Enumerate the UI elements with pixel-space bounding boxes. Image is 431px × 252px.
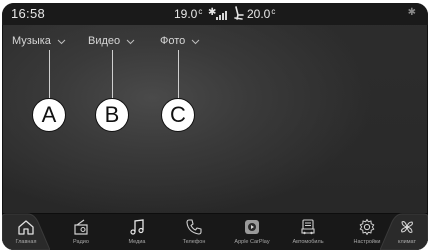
status-bar: 16:58 19.0c ✱ 20.0c ✱ [2,3,428,25]
tab-music-label: Музыка [12,35,51,47]
passenger-temperature[interactable]: 20.0c [247,7,275,21]
dock-label-vehicle: Автомобиль [292,239,324,245]
driver-temperature-value: 19.0 [174,7,198,21]
passenger-temperature-value: 20.0 [247,7,271,21]
radio-icon [74,219,88,235]
tab-photo[interactable]: Фото [160,31,200,51]
callout-b: B [95,98,129,132]
callout-line-b [112,50,113,103]
car-icon [301,219,315,235]
driver-temperature-unit: c [198,7,203,16]
dock-label-carplay: Apple CarPlay [234,239,270,245]
dock-item-home[interactable]: Главная [2,214,53,250]
dock-item-carplay[interactable]: Apple CarPlay [225,214,279,250]
dock-label-settings: Настройки [353,239,381,245]
dock-label-climate: климат [398,239,416,245]
bottom-navigation-dock: Главная Радио Медиа Телефон Apple CarPla… [2,213,428,250]
callout-a: A [32,98,66,132]
dock-item-climate[interactable]: климат [380,214,428,250]
tab-video[interactable]: Видео [88,31,135,51]
dock-label-phone: Телефон [182,239,206,245]
dock-item-phone[interactable]: Телефон [167,214,221,250]
dock-item-radio[interactable]: Радио [54,214,108,250]
chevron-down-icon [57,39,66,44]
callout-line-a [49,50,50,103]
driver-temperature[interactable]: 19.0c [174,7,202,21]
bluetooth-icon: ✱ [407,7,416,18]
carplay-icon [245,220,259,234]
tab-music[interactable]: Музыка [12,31,66,51]
stage: 16:58 19.0c ✱ 20.0c ✱ Музыка Видео Фото … [0,0,431,252]
chevron-down-icon [126,39,135,44]
fan-icon [401,221,413,233]
infotainment-screen: 16:58 19.0c ✱ 20.0c ✱ Музыка Видео Фото … [2,3,428,250]
dock-label-media: Медиа [128,239,146,245]
passenger-temperature-unit: c [271,7,276,16]
seat-heat-icon[interactable] [233,6,245,20]
callout-c: C [161,98,195,132]
signal-strength-icon [216,11,228,20]
dock-item-media[interactable]: Медиа [110,214,164,250]
dock-item-vehicle[interactable]: Автомобиль [281,214,335,250]
home-icon [18,220,34,235]
dock-label-radio: Радио [73,239,89,245]
phone-icon [186,219,202,235]
chevron-down-icon [191,39,200,44]
tab-video-label: Видео [88,35,121,47]
callout-line-c [178,50,179,103]
music-note-icon [130,219,144,235]
clock: 16:58 [11,6,46,21]
gear-icon [359,219,375,235]
dock-label-home: Главная [15,239,37,245]
tab-photo-label: Фото [160,35,186,47]
